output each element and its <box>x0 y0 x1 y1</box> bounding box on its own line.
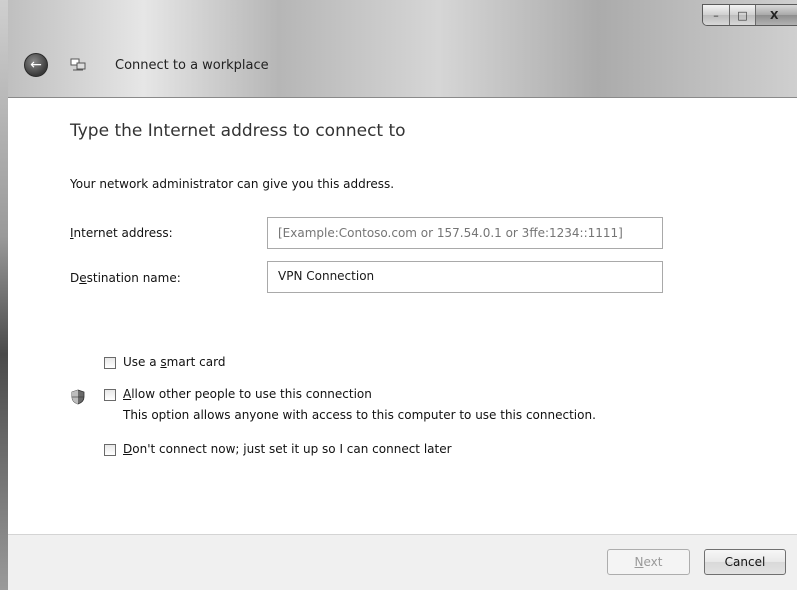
wizard-content: Type the Internet address to connect to … <box>8 99 797 534</box>
maximize-button[interactable]: □ <box>730 5 756 25</box>
back-arrow-icon[interactable]: ← <box>24 53 48 77</box>
page-heading: Type the Internet address to connect to <box>70 121 406 141</box>
window-frame-left <box>0 0 8 590</box>
internet-address-label: Internet address: <box>70 226 173 240</box>
allow-others-checkbox[interactable] <box>104 389 116 401</box>
hint-text: Your network administrator can give you … <box>70 177 395 191</box>
smart-card-checkbox[interactable] <box>104 357 116 369</box>
network-connection-icon <box>70 58 86 71</box>
destination-name-label: Destination name: <box>70 271 181 285</box>
wizard-footer: Next Cancel <box>8 534 797 590</box>
window-title: Connect to a workplace <box>115 58 269 73</box>
allow-others-description: This option allows anyone with access to… <box>123 408 596 422</box>
title-bar: – □ X ← Connect to a workplace <box>0 0 797 98</box>
allow-others-label: Allow other people to use this connectio… <box>123 387 372 401</box>
destination-name-input[interactable]: VPN Connection <box>267 261 663 293</box>
cancel-button[interactable]: Cancel <box>704 549 786 575</box>
close-button[interactable]: X <box>756 5 797 25</box>
dont-connect-checkbox[interactable] <box>104 444 116 456</box>
allow-others-option[interactable]: Allow other people to use this connectio… <box>104 387 372 401</box>
dont-connect-label: Don't connect now; just set it up so I c… <box>123 442 452 456</box>
smart-card-option[interactable]: Use a smart card <box>104 355 225 369</box>
next-button[interactable]: Next <box>607 549 690 575</box>
dont-connect-option[interactable]: Don't connect now; just set it up so I c… <box>104 442 452 456</box>
uac-shield-icon <box>71 389 85 405</box>
internet-address-input[interactable] <box>267 217 663 249</box>
minimize-button[interactable]: – <box>703 5 730 25</box>
caption-buttons: – □ X <box>702 4 797 26</box>
smart-card-label: Use a smart card <box>123 355 226 369</box>
connect-to-workplace-window: – □ X ← Connect to a workplace Type the … <box>0 0 797 590</box>
